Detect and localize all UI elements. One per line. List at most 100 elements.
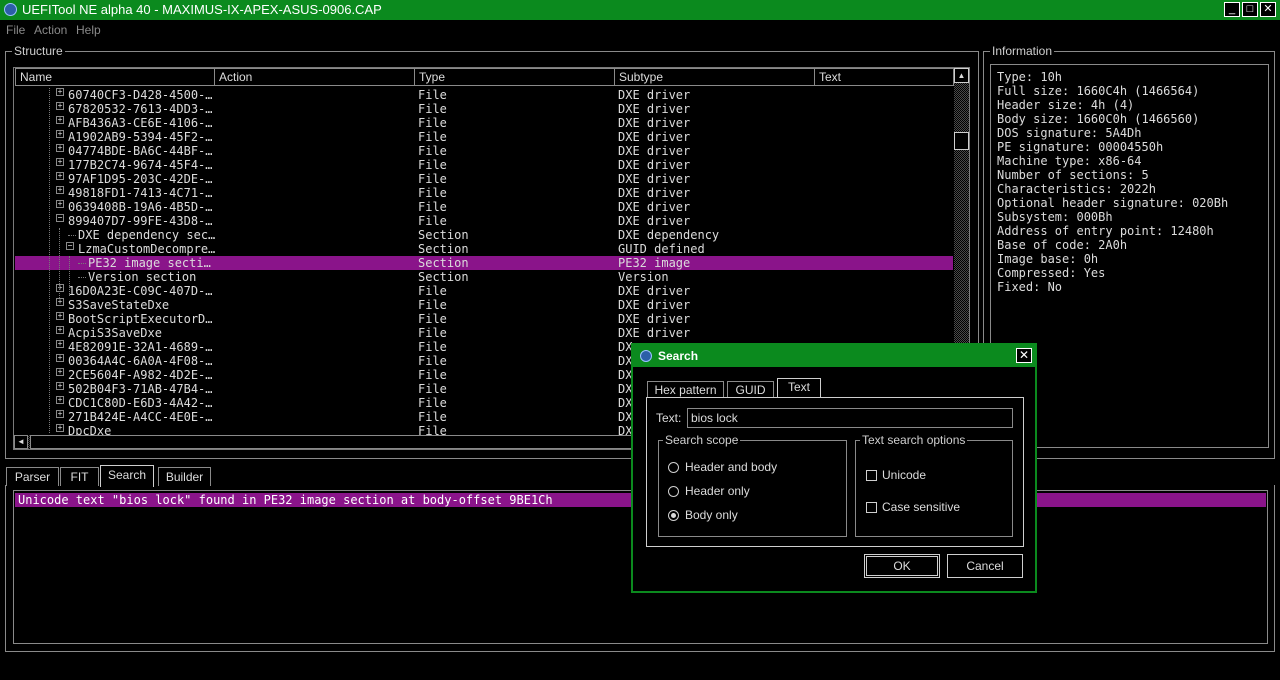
tree-expander-icon[interactable]: + [56, 116, 64, 124]
tree-expander-icon[interactable]: + [56, 382, 64, 390]
tree-row-name: 4E82091E-32A1-4689-… [68, 340, 213, 354]
maximize-button[interactable]: □ [1242, 2, 1258, 17]
tree-expander-icon[interactable]: + [56, 284, 64, 292]
tab-hex-pattern[interactable]: Hex pattern [647, 381, 724, 398]
search-text-input[interactable]: bios lock [687, 408, 1013, 428]
tab-search[interactable]: Search [100, 465, 154, 487]
tab-fit[interactable]: FIT [60, 467, 99, 486]
tree-expander-icon[interactable]: + [56, 424, 64, 432]
menu-help[interactable]: Help [76, 23, 101, 37]
radio-header-and-body-label[interactable]: Header and body [685, 460, 777, 474]
tree-expander-icon[interactable]: − [66, 242, 74, 250]
tree-row[interactable]: +04774BDE-BA6C-44BF-… File DXE driver [15, 144, 953, 158]
text-label: Text: [656, 411, 682, 425]
tree-row-type: File [418, 368, 447, 382]
cancel-button[interactable]: Cancel [947, 554, 1023, 578]
scroll-left-button[interactable]: ◄ [14, 435, 28, 449]
tree-row[interactable]: +67820532-7613-4DD3-… File DXE driver [15, 102, 953, 116]
tree-expander-icon[interactable]: + [56, 200, 64, 208]
tree-expander-icon[interactable]: + [56, 186, 64, 194]
tree-expander-icon[interactable]: + [56, 172, 64, 180]
column-header-name[interactable]: Name [15, 68, 215, 86]
app-icon [4, 3, 17, 16]
close-button[interactable]: ✕ [1260, 2, 1276, 17]
tree-row-subtype: DXE driver [618, 214, 691, 228]
tree-expander-icon[interactable]: + [56, 340, 64, 348]
tree-expander-icon[interactable]: + [56, 102, 64, 110]
title-bar: UEFITool NE alpha 40 - MAXIMUS-IX-APEX-A… [0, 0, 1280, 20]
information-title: Information [990, 44, 1055, 58]
tab-text[interactable]: Text [777, 378, 821, 398]
tree-expander-icon[interactable]: + [56, 130, 64, 138]
radio-header-and-body[interactable] [668, 462, 679, 473]
tree-expander-icon[interactable]: + [56, 326, 64, 334]
tree-row-subtype: DXE driver [618, 172, 691, 186]
tree-row-name: 0639408B-19A6-4B5D-… [68, 200, 213, 214]
menu-file[interactable]: File [6, 23, 25, 37]
tree-row[interactable]: + S3SaveStateDxe File DXE driver [15, 298, 953, 312]
tree-row[interactable]: + AcpiS3SaveDxe File DXE driver [15, 326, 953, 340]
tree-expander-icon[interactable]: + [56, 410, 64, 418]
tree-row[interactable]: +49818FD1-7413-4C71-… File DXE driver [15, 186, 953, 200]
case-sensitive-checkbox-label[interactable]: Case sensitive [882, 500, 960, 514]
unicode-checkbox[interactable] [866, 470, 877, 481]
tree-expander-icon[interactable]: − [56, 214, 64, 222]
dialog-close-button[interactable]: ✕ [1016, 348, 1032, 363]
tree-row[interactable]: +60740CF3-D428-4500-… File DXE driver [15, 88, 953, 102]
tree-row-type: File [418, 102, 447, 116]
tree-row-subtype: DXE driver [618, 158, 691, 172]
vertical-scroll-thumb[interactable] [954, 132, 969, 150]
information-line: Compressed: Yes [997, 266, 1106, 280]
information-line: PE signature: 00004550h [997, 140, 1164, 154]
radio-body-only-label[interactable]: Body only [685, 508, 738, 522]
tab-guid[interactable]: GUID [727, 381, 774, 398]
tree-row[interactable]: +0639408B-19A6-4B5D-… File DXE driver [15, 200, 953, 214]
tree-expander-icon[interactable]: + [56, 354, 64, 362]
column-header-action[interactable]: Action [214, 68, 415, 86]
tab-parser[interactable]: Parser [6, 467, 59, 486]
column-header-type[interactable]: Type [414, 68, 615, 86]
tree-row[interactable]: PE32 image secti… Section PE32 image [15, 256, 953, 270]
tree-row[interactable]: +97AF1D95-203C-42DE-… File DXE driver [15, 172, 953, 186]
column-header-subtype[interactable]: Subtype [614, 68, 815, 86]
tree-row[interactable]: + AFB436A3-CE6E-4106-… File DXE driver [15, 116, 953, 130]
tree-row-name: A1902AB9-5394-45F2-… [68, 130, 213, 144]
tree-row-name: 899407D7-99FE-43D8-… [68, 214, 213, 228]
tree-expander-icon[interactable]: + [56, 88, 64, 96]
tree-row[interactable]: DXE dependency sec… Section DXE dependency [15, 228, 953, 242]
minimize-button[interactable]: _ [1224, 2, 1240, 17]
tree-row[interactable]: − LzmaCustomDecompre… Section GUID defined [15, 242, 953, 256]
tab-builder[interactable]: Builder [158, 467, 211, 486]
tree-row[interactable]: −899407D7-99FE-43D8-… File DXE driver [15, 214, 953, 228]
tree-row-name: 97AF1D95-203C-42DE-… [68, 172, 213, 186]
tree-row-subtype: Version [618, 270, 669, 284]
search-dialog: Search ✕ Hex pattern GUID Text Text: bio… [631, 343, 1037, 593]
radio-header-only-label[interactable]: Header only [685, 484, 750, 498]
radio-header-only[interactable] [668, 486, 679, 497]
tree-expander-icon[interactable]: + [56, 158, 64, 166]
tree-row[interactable]: Version section Section Version [15, 270, 953, 284]
tree-row[interactable]: +16D0A23E-C09C-407D-… File DXE driver [15, 284, 953, 298]
information-line: Header size: 4h (4) [997, 98, 1135, 112]
ok-button[interactable]: OK [864, 554, 940, 578]
scroll-up-button[interactable]: ▲ [954, 68, 969, 83]
tree-expander-icon[interactable]: + [56, 312, 64, 320]
tree-expander-icon[interactable]: + [56, 298, 64, 306]
tree-row[interactable]: + A1902AB9-5394-45F2-… File DXE driver [15, 130, 953, 144]
tree-expander-icon[interactable]: + [56, 368, 64, 376]
menu-action[interactable]: Action [34, 23, 67, 37]
tree-row-subtype: DXE driver [618, 200, 691, 214]
tree-row-type: File [418, 130, 447, 144]
structure-title: Structure [12, 44, 65, 58]
unicode-checkbox-label[interactable]: Unicode [882, 468, 926, 482]
column-header-text[interactable]: Text [814, 68, 954, 86]
tree-row-type: File [418, 116, 447, 130]
radio-body-only[interactable] [668, 510, 679, 521]
tree-row[interactable]: +177B2C74-9674-45F4-… File DXE driver [15, 158, 953, 172]
tree-expander-icon[interactable]: + [56, 144, 64, 152]
information-line: Number of sections: 5 [997, 168, 1149, 182]
tree-row[interactable]: + BootScriptExecutorD… File DXE driver [15, 312, 953, 326]
tree-expander-icon[interactable]: + [56, 396, 64, 404]
dialog-app-icon [640, 350, 652, 362]
case-sensitive-checkbox[interactable] [866, 502, 877, 513]
